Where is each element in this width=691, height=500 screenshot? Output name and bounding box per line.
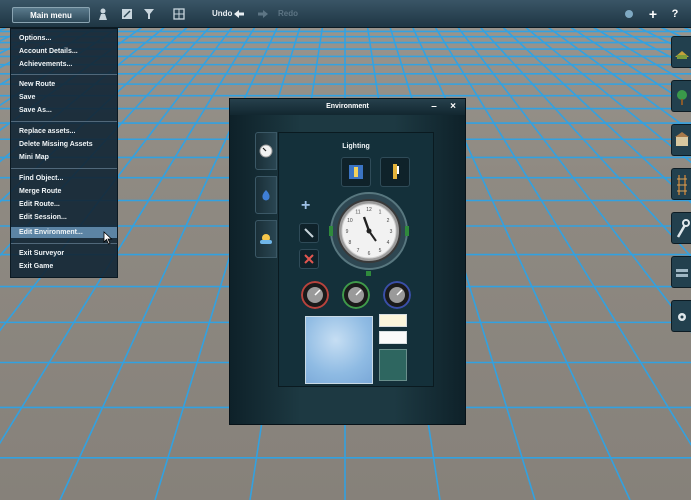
top-toolbar: Main menu Undo Redo + ? (0, 0, 691, 28)
menu-item-edit-route[interactable]: Edit Route... (11, 199, 117, 210)
sun-colour-swatch[interactable] (379, 314, 407, 327)
clock-marker (366, 271, 371, 276)
delete-keyframe-button[interactable] (299, 249, 319, 269)
clock-numeral: 5 (379, 248, 382, 254)
clock-numeral: 6 (368, 251, 371, 257)
undo-button[interactable]: Undo (212, 7, 232, 21)
building-button[interactable] (671, 124, 691, 156)
layers-button[interactable] (671, 256, 691, 288)
environment-dialog: Environment – × Lighting + 12 1 2 3 4 5 6 7 (229, 98, 466, 425)
help-button[interactable]: ? (668, 7, 682, 21)
menu-item-replace-assets[interactable]: Replace assets... (11, 126, 117, 137)
grid-icon[interactable] (172, 7, 186, 21)
filter-icon[interactable] (142, 7, 156, 21)
menu-item-find-object[interactable]: Find Object... (11, 173, 117, 184)
light-source-button[interactable] (341, 157, 371, 187)
menu-divider (11, 74, 117, 75)
menu-item-exit-surveyor[interactable]: Exit Surveyor (11, 248, 117, 259)
minimize-button[interactable]: – (428, 101, 440, 113)
tab-time[interactable] (255, 132, 277, 170)
clock-numeral: 10 (347, 218, 353, 224)
settings-icon (678, 313, 686, 321)
menu-item-options[interactable]: Options... (11, 33, 117, 44)
water-tab-icon (262, 190, 270, 201)
menu-item-exit-game[interactable]: Exit Game (11, 261, 117, 272)
clock-numeral: 7 (357, 248, 360, 254)
building-icon (675, 132, 689, 146)
sun-icon[interactable] (622, 7, 636, 21)
add-button[interactable]: + (646, 7, 660, 21)
tools-button[interactable] (671, 212, 691, 244)
sky-preview[interactable] (305, 316, 373, 384)
close-button[interactable]: × (447, 101, 459, 113)
main-menu-dropdown: Options... Account Details... Achievemen… (10, 28, 118, 278)
paint-icon[interactable] (120, 7, 134, 21)
terrain-paint-button[interactable] (671, 36, 691, 68)
sun-colour-knob[interactable] (301, 281, 329, 309)
menu-item-achievements[interactable]: Achievements... (11, 59, 117, 70)
menu-item-merge-route[interactable]: Merge Route (11, 186, 117, 197)
flashlight-icon (393, 164, 399, 179)
redo-button: Redo (278, 9, 298, 18)
menu-item-mini-map[interactable]: Mini Map (11, 152, 117, 163)
menu-item-account-details[interactable]: Account Details... (11, 46, 117, 57)
delete-x-icon (304, 254, 314, 264)
right-tool-bar (671, 30, 691, 332)
clock-numeral: 4 (387, 240, 390, 246)
fog-colour-swatch[interactable] (379, 349, 407, 381)
layers-icon (676, 269, 688, 277)
light-bulb-icon (349, 165, 363, 179)
clock-numeral: 3 (390, 229, 393, 235)
fog-colour-knob[interactable] (383, 281, 411, 309)
weather-tab-icon (260, 234, 272, 244)
wrench-icon (676, 219, 690, 238)
add-keyframe-button[interactable]: + (301, 197, 310, 215)
menu-item-edit-environment[interactable]: Edit Environment... (11, 227, 117, 238)
undo-arrow-icon[interactable] (232, 7, 246, 21)
track-button[interactable] (671, 168, 691, 200)
ambient-colour-knob[interactable] (342, 281, 370, 309)
mouse-cursor-icon (103, 231, 113, 245)
tree-button[interactable] (671, 80, 691, 112)
clock-numeral: 2 (387, 218, 390, 224)
section-label-lighting: Lighting (342, 143, 370, 150)
menu-divider (11, 243, 117, 244)
tab-weather[interactable] (255, 220, 277, 258)
time-of-day-clock[interactable]: 12 1234567891011 (329, 191, 409, 271)
clock-numeral: 1 (379, 210, 382, 216)
menu-item-edit-session[interactable]: Edit Session... (11, 212, 117, 223)
clock-numeral: 11 (355, 210, 360, 216)
menu-divider (11, 168, 117, 169)
pencil-icon (304, 228, 314, 238)
light-direction-button[interactable] (380, 157, 410, 187)
lighting-panel: Lighting + 12 1 2 3 4 5 6 7 8 9 10 11 (278, 132, 434, 387)
tab-water[interactable] (255, 176, 277, 214)
dialog-title: Environment (326, 103, 369, 110)
ambient-colour-swatch[interactable] (379, 331, 407, 344)
main-menu-button[interactable]: Main menu (12, 7, 90, 23)
settings-button[interactable] (671, 300, 691, 332)
terrain-paint-icon (675, 51, 689, 59)
clock-tab-icon (259, 144, 273, 158)
clock-numeral: 12 (366, 207, 372, 213)
person-icon[interactable] (96, 7, 110, 21)
tree-icon (677, 90, 687, 105)
menu-item-save-as[interactable]: Save As... (11, 105, 117, 116)
menu-item-save[interactable]: Save (11, 92, 117, 103)
redo-arrow-icon (256, 7, 270, 21)
track-icon (677, 175, 687, 195)
edit-keyframe-button[interactable] (299, 223, 319, 243)
clock-numeral: 9 (346, 229, 349, 235)
menu-divider (11, 121, 117, 122)
menu-item-delete-missing-assets[interactable]: Delete Missing Assets (11, 139, 117, 150)
menu-item-new-route[interactable]: New Route (11, 79, 117, 90)
clock-numeral: 8 (349, 240, 352, 246)
